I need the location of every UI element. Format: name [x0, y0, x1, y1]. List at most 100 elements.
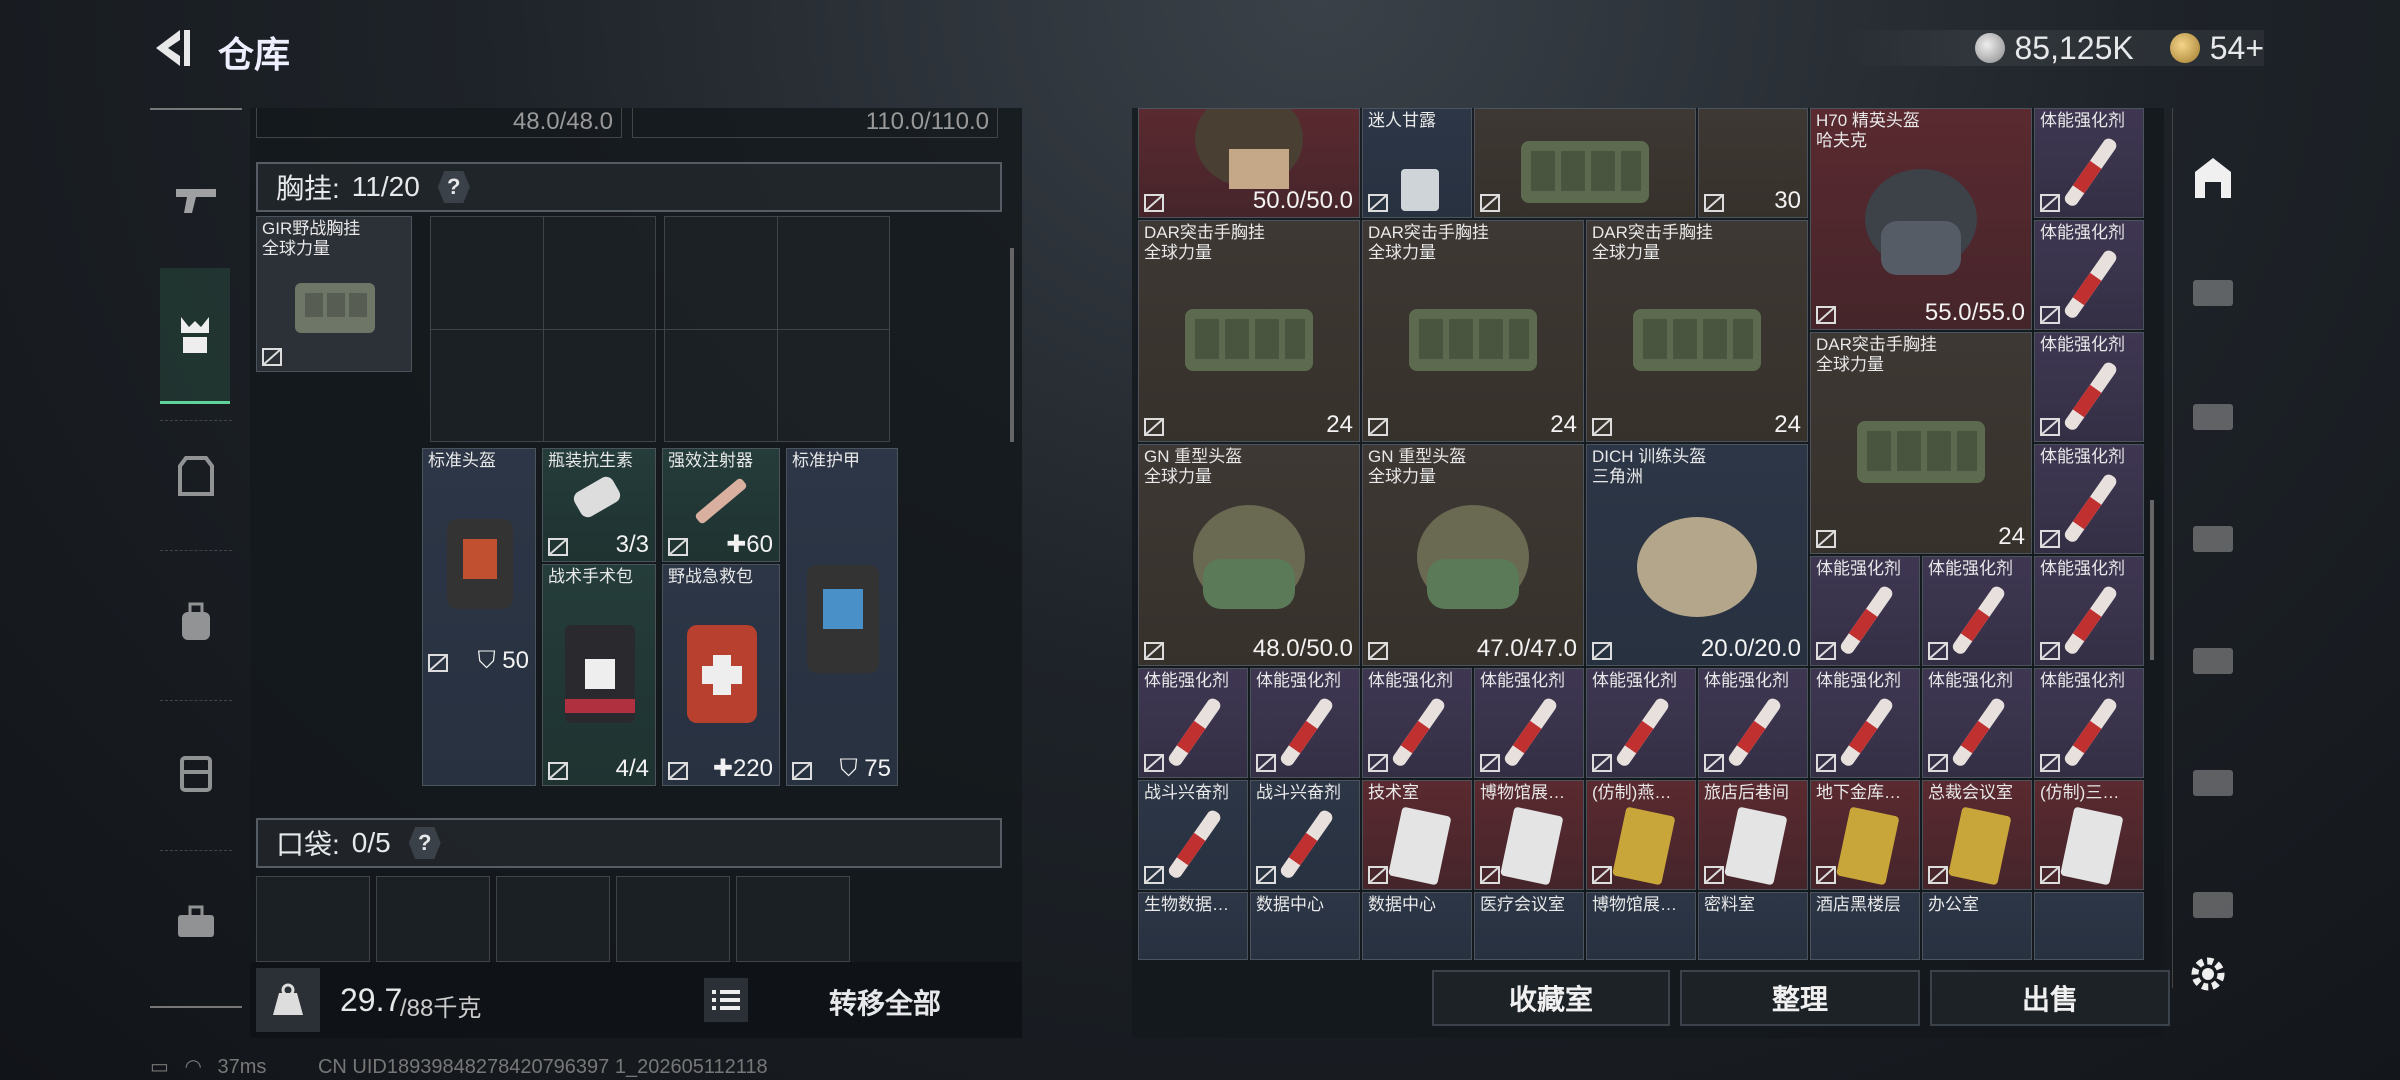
storage-item[interactable]: 体能强化剂 — [2034, 220, 2144, 330]
item-name: H70 精英头盔 — [1816, 111, 1920, 130]
storage-item[interactable]: 体能强化剂 — [2034, 108, 2144, 218]
toolbox-icon[interactable] — [164, 890, 228, 954]
storage-item[interactable] — [2034, 892, 2144, 960]
storage-item[interactable]: 博物馆展… — [1474, 780, 1584, 890]
first-aid-kit-slot[interactable]: 野战急救包 ✚220 — [662, 564, 780, 786]
storage-item[interactable]: 体能强化剂 — [1698, 668, 1808, 778]
gold-coin-icon — [2169, 33, 2200, 63]
rig-help-button[interactable]: ? — [437, 171, 470, 203]
storage-item[interactable]: 体能强化剂 — [1922, 668, 2032, 778]
pocket-slot-4[interactable] — [616, 876, 730, 962]
pocket-slot-1[interactable] — [256, 876, 370, 962]
item-brand: 哈夫克 — [1816, 131, 1867, 150]
storage-item[interactable]: 密料室 — [1698, 892, 1808, 960]
sort-button[interactable]: 整理 — [1680, 970, 1920, 1026]
armor-icon[interactable] — [164, 444, 228, 508]
storage-item[interactable]: 体能强化剂 — [1810, 556, 1920, 666]
injector-slot[interactable]: 强效注射器 ✚60 — [662, 448, 780, 562]
storage-home-icon[interactable] — [2187, 152, 2239, 204]
standard-helmet-slot[interactable]: 标准头盔 ⛉ 50 — [422, 448, 536, 786]
pocket-slot-3[interactable] — [496, 876, 610, 962]
storage-tab-1-icon[interactable] — [2187, 264, 2239, 316]
storage-item[interactable]: 体能强化剂 — [2034, 444, 2144, 554]
storage-item[interactable]: 体能强化剂 — [2034, 556, 2144, 666]
item-name: 医疗会议室 — [1480, 895, 1565, 914]
item-name: DICH 训练头盔 — [1592, 447, 1707, 466]
storage-item[interactable]: 总裁会议室 — [1922, 780, 2032, 890]
storage-item[interactable]: 办公室 — [1922, 892, 2032, 960]
storage-item[interactable]: 体能强化剂 — [1922, 556, 2032, 666]
storage-item[interactable]: 生物数据… — [1138, 892, 1248, 960]
item-brand: 全球力量 — [1368, 243, 1436, 262]
item-name: DAR突击手胸挂 — [1816, 335, 1937, 354]
storage-item[interactable]: 体能强化剂 — [1474, 668, 1584, 778]
gold-amount[interactable]: 54+ — [2210, 30, 2264, 67]
storage-item[interactable]: DAR突击手胸挂 全球力量 24 — [1362, 220, 1584, 442]
storage-item[interactable]: 50.0/50.0 — [1138, 108, 1360, 218]
storage-tab-4-icon[interactable] — [2187, 632, 2239, 684]
storage-item[interactable]: (仿制)三… — [2034, 780, 2144, 890]
antibiotic-slot[interactable]: 瓶装抗生素 3/3 — [542, 448, 656, 562]
storage-item[interactable]: 体能强化剂 — [1138, 668, 1248, 778]
storage-tab-5-icon[interactable] — [2187, 754, 2239, 806]
storage-item[interactable]: 体能强化剂 — [1586, 668, 1696, 778]
storage-item[interactable]: 体能强化剂 — [2034, 332, 2144, 442]
storage-item[interactable]: 体能强化剂 — [1810, 668, 1920, 778]
storage-item[interactable] — [1474, 108, 1696, 218]
storage-tab-6-icon[interactable] — [2187, 876, 2239, 928]
storage-item[interactable]: DAR突击手胸挂 全球力量 24 — [1138, 220, 1360, 442]
rig-slot-item[interactable]: GIR野战胸挂 全球力量 — [256, 216, 412, 372]
weapon-icon[interactable] — [164, 168, 228, 232]
storage-item[interactable]: 地下金库… — [1810, 780, 1920, 890]
storage-item[interactable]: DICH 训练头盔 三角洲 20.0/20.0 — [1586, 444, 1808, 666]
case-icon[interactable] — [164, 740, 228, 804]
storage-item[interactable]: 迷人甘露 — [1362, 108, 1472, 218]
storage-tab-3-icon[interactable] — [2187, 510, 2239, 562]
storage-tab-2-icon[interactable] — [2187, 388, 2239, 440]
left-scrollbar[interactable] — [1010, 248, 1014, 442]
pocket-slot-2[interactable] — [376, 876, 490, 962]
pocket-slot-5[interactable] — [736, 876, 850, 962]
storage-item[interactable]: 医疗会议室 — [1474, 892, 1584, 960]
storage-item[interactable]: 体能强化剂 — [2034, 668, 2144, 778]
item-name: 体能强化剂 — [1480, 671, 1565, 690]
storage-item[interactable]: 战斗兴奋剂 — [1250, 780, 1360, 890]
settings-gear-icon[interactable] — [2186, 952, 2230, 996]
weight-max: /88千克 — [400, 995, 482, 1022]
transfer-all-button[interactable]: 转移全部 — [760, 978, 1010, 1026]
standard-armor-slot[interactable]: 标准护甲 ⛉ 75 — [786, 448, 898, 786]
item-brand: 全球力量 — [1144, 467, 1212, 486]
item-name: 体能强化剂 — [2040, 671, 2125, 690]
back-arrow-icon[interactable] — [150, 26, 194, 70]
chest-rig-icon[interactable] — [160, 268, 230, 404]
storage-item[interactable]: 30 — [1698, 108, 1808, 218]
storage-item[interactable]: 技术室 — [1362, 780, 1472, 890]
storage-item[interactable]: 数据中心 — [1250, 892, 1360, 960]
storage-item[interactable]: 旅店后巷间 — [1698, 780, 1808, 890]
item-name: 体能强化剂 — [1144, 671, 1229, 690]
slot-top-1-value: 48.0/48.0 — [512, 108, 613, 135]
storage-item[interactable]: DAR突击手胸挂 全球力量 24 — [1810, 332, 2032, 554]
collection-room-button[interactable]: 收藏室 — [1432, 970, 1670, 1026]
right-scrollbar[interactable] — [2150, 500, 2154, 660]
storage-item[interactable]: GN 重型头盔 全球力量 47.0/47.0 — [1362, 444, 1584, 666]
sell-button[interactable]: 出售 — [1930, 970, 2170, 1026]
storage-item[interactable]: 体能强化剂 — [1250, 668, 1360, 778]
locked-icon — [428, 654, 448, 672]
storage-item[interactable]: 体能强化剂 — [1362, 668, 1472, 778]
storage-item[interactable]: 战斗兴奋剂 — [1138, 780, 1248, 890]
storage-item[interactable]: 数据中心 — [1362, 892, 1472, 960]
storage-item[interactable]: GN 重型头盔 全球力量 48.0/50.0 — [1138, 444, 1360, 666]
storage-item[interactable]: DAR突击手胸挂 全球力量 24 — [1586, 220, 1808, 442]
storage-item[interactable]: H70 精英头盔 哈夫克 55.0/55.0 — [1810, 108, 2032, 330]
storage-item[interactable]: 博物馆展… — [1586, 892, 1696, 960]
item-value: 55.0/55.0 — [1924, 299, 2025, 326]
item-name: GN 重型头盔 — [1144, 447, 1243, 466]
backpack-icon[interactable] — [164, 590, 228, 654]
list-icon[interactable] — [704, 978, 748, 1022]
item-name: 体能强化剂 — [1928, 559, 2013, 578]
surgery-kit-slot[interactable]: 战术手术包 4/4 — [542, 564, 656, 786]
pocket-help-button[interactable]: ? — [408, 827, 441, 859]
storage-item[interactable]: 酒店黑楼层 — [1810, 892, 1920, 960]
storage-item[interactable]: (仿制)燕… — [1586, 780, 1696, 890]
